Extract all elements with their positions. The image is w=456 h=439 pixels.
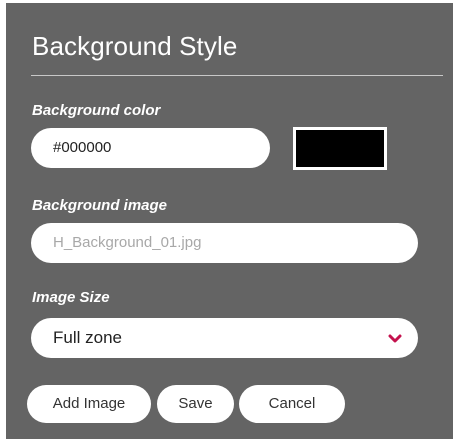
chevron-down-icon [388,318,402,358]
image-size-label: Image Size [32,289,110,306]
background-image-placeholder: H_Background_01.jpg [53,234,202,251]
background-color-label: Background color [32,102,161,119]
background-image-input[interactable]: H_Background_01.jpg [31,223,418,263]
save-button[interactable]: Save [157,385,234,423]
image-size-selected-value: Full zone [53,328,122,347]
cancel-button[interactable]: Cancel [239,385,345,423]
background-color-input[interactable]: #000000 [31,128,270,168]
background-image-label: Background image [32,197,168,214]
color-swatch[interactable] [293,127,387,170]
add-image-button[interactable]: Add Image [27,385,151,423]
title-divider [31,75,443,76]
background-style-panel: Background Style Background color #00000… [6,3,453,439]
panel-title: Background Style [32,31,238,61]
image-size-select[interactable]: Full zone [31,318,418,358]
background-color-value: #000000 [53,139,112,156]
